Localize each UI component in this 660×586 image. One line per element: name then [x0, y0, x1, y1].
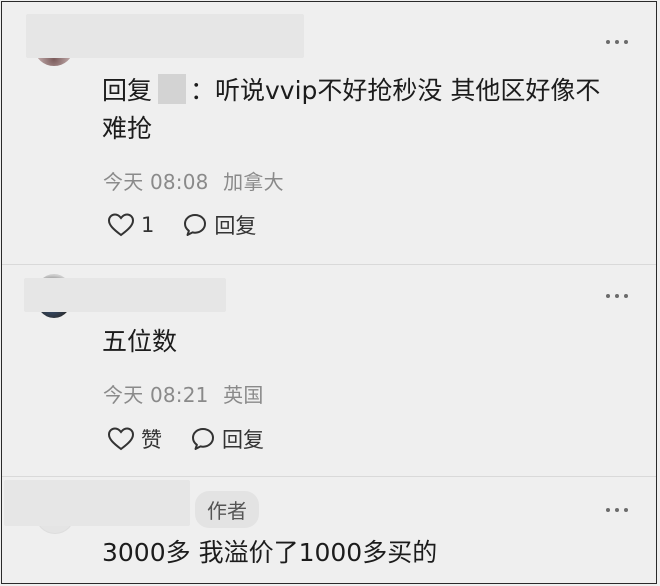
- more-icon[interactable]: [606, 294, 628, 298]
- comment-actions: 赞 回复: [107, 424, 264, 454]
- like-button[interactable]: 1: [107, 212, 154, 238]
- comment-thread: 回复 ：听说vvip不好抢秒没 其他区好像不难抢 今天 08:08 加拿大 1 回…: [1, 1, 657, 584]
- reply-prefix: 回复: [102, 76, 153, 105]
- like-count: 1: [141, 213, 155, 237]
- comment-bubble-icon: [192, 428, 214, 450]
- more-icon[interactable]: [606, 508, 628, 512]
- username-redacted[interactable]: [4, 480, 190, 526]
- comment-time: 今天 08:21: [103, 383, 209, 407]
- comment-location: 英国: [223, 383, 264, 407]
- comment-meta: 今天 08:08 加拿大: [103, 166, 284, 195]
- like-label: 赞: [141, 428, 162, 452]
- redacted-username-mask: [158, 74, 187, 104]
- reply-button[interactable]: 回复: [190, 424, 264, 454]
- reply-label: 回复: [214, 214, 257, 238]
- like-button[interactable]: 赞: [107, 424, 162, 454]
- comment-text: 五位数: [102, 327, 178, 356]
- username-redacted[interactable]: [26, 14, 304, 58]
- username-redacted[interactable]: [24, 278, 226, 312]
- more-icon[interactable]: [606, 40, 628, 44]
- comment-location: 加拿大: [223, 170, 284, 194]
- comment-bubble-icon: [184, 214, 207, 236]
- comment-text: 3000多 我溢价了1000多买的: [102, 538, 438, 567]
- comment-text: 回复 ：听说vvip不好抢秒没 其他区好像不难抢: [102, 72, 622, 148]
- heart-icon: [107, 213, 135, 237]
- reply-button[interactable]: 回复: [182, 210, 256, 240]
- reply-label: 回复: [222, 428, 264, 452]
- comment-actions: 1 回复: [107, 210, 256, 240]
- comment-time: 今天 08:08: [103, 170, 209, 194]
- divider: [2, 264, 656, 265]
- heart-icon: [107, 427, 135, 451]
- author-badge: 作者: [195, 491, 259, 528]
- comment-meta: 今天 08:21 英国: [103, 379, 264, 408]
- divider: [2, 476, 656, 477]
